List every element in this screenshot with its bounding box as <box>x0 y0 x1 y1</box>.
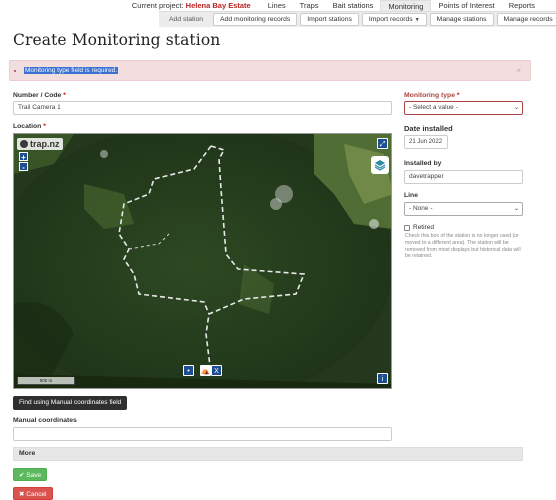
line-value: - None - <box>409 205 433 212</box>
manage-stations-button[interactable]: Manage stations <box>429 13 494 26</box>
location-icon[interactable]: ⛺ <box>200 365 211 376</box>
monitoring-type-label-text: Monitoring type <box>404 92 455 99</box>
top-nav: Current project: Helena Bay Estate Lines… <box>0 0 556 11</box>
layers-icon[interactable] <box>371 156 389 174</box>
current-project: Current project: Helena Bay Estate <box>132 1 251 10</box>
chevron-down-icon: ⌄ <box>513 105 519 111</box>
save-label: Save <box>26 472 42 479</box>
info-button[interactable]: i <box>377 373 388 384</box>
retired-help-text: Check this box of the station is no long… <box>405 233 521 260</box>
number-code-label: Number / Code * <box>13 92 66 99</box>
error-item: Monitoring type field is required. <box>24 67 119 74</box>
nav-lines[interactable]: Lines <box>261 0 293 11</box>
manual-coordinates-input[interactable] <box>13 427 392 441</box>
monitoring-type-select[interactable]: - Select a value - ⌄ <box>404 101 523 115</box>
page-title: Create Monitoring station <box>13 31 221 49</box>
nav-monitoring[interactable]: Monitoring <box>380 0 432 11</box>
zoom-in-button[interactable]: + <box>19 152 28 162</box>
map-scale: 500 m <box>17 377 75 385</box>
required-marker: * <box>43 123 46 130</box>
manage-records-dropdown[interactable]: Manage records▼ <box>496 13 556 26</box>
number-code-label-text: Number / Code <box>13 92 62 99</box>
nav-reports[interactable]: Reports <box>502 0 542 11</box>
date-installed-input[interactable]: 21 Jun 2022 <box>404 135 448 149</box>
import-stations-button[interactable]: Import stations <box>300 13 359 26</box>
current-project-prefix: Current project: <box>131 1 184 10</box>
import-records-dropdown[interactable]: Import records ▼ <box>361 13 427 26</box>
nav-points-of-interest[interactable]: Points of Interest <box>431 0 501 11</box>
more-section-toggle[interactable]: More <box>13 447 523 461</box>
retired-field: Retired <box>404 224 434 231</box>
installed-by-label: Installed by <box>404 160 442 167</box>
add-monitoring-records-button[interactable]: Add monitoring records <box>213 13 298 26</box>
check-icon: ✔ <box>19 472 25 479</box>
caret-down-icon: ▼ <box>414 17 420 23</box>
error-list: Monitoring type field is required. <box>24 67 119 74</box>
line-select[interactable]: - None - ⌄ <box>404 202 523 216</box>
cancel-label: Cancel <box>26 491 47 498</box>
trapnz-logo-text: trap.nz <box>30 139 60 149</box>
import-records-label: Import records <box>368 16 413 23</box>
add-station-button[interactable]: Add station <box>162 13 210 26</box>
chevron-down-icon: ⌄ <box>513 206 519 212</box>
satellite-imagery <box>14 134 391 388</box>
location-map[interactable]: trap.nz + - ⤢ • ⛺ X i 500 m <box>13 133 392 389</box>
required-marker: * <box>63 92 66 99</box>
marker-button[interactable]: • <box>183 365 194 376</box>
zoom-out-button[interactable]: - <box>19 162 28 172</box>
installed-by-input[interactable]: davetrapper <box>404 170 523 184</box>
expand-icon[interactable]: ⤢ <box>377 138 388 149</box>
nav-bait-stations[interactable]: Bait stations <box>326 0 381 11</box>
clear-marker-button[interactable]: X <box>211 365 222 376</box>
find-coordinates-button[interactable]: Find using Manual coordinates field <box>13 396 128 410</box>
sub-nav: Add station Add monitoring records Impor… <box>159 11 556 27</box>
error-message: Monitoring type field is required. <box>24 67 119 74</box>
location-label: Location * <box>13 123 46 130</box>
required-marker: * <box>456 92 460 99</box>
cancel-button[interactable]: ✖ Cancel <box>13 487 53 500</box>
number-code-input[interactable]: Trail Camera 1 <box>13 101 392 115</box>
date-installed-label: Date installed <box>404 124 453 133</box>
zoom-controls: + - <box>19 152 28 172</box>
retired-label: Retired <box>413 224 434 231</box>
nav-traps[interactable]: Traps <box>293 0 326 11</box>
error-alert: Monitoring type field is required. × <box>9 60 531 81</box>
monitoring-type-label: Monitoring type * <box>404 92 460 99</box>
trapnz-logo: trap.nz <box>17 138 63 150</box>
retired-checkbox[interactable] <box>404 224 410 231</box>
trapnz-logo-mark <box>20 140 28 148</box>
manual-coordinates-label: Manual coordinates <box>13 417 77 424</box>
monitoring-type-value: - Select a value - <box>409 104 458 111</box>
close-icon[interactable]: × <box>516 66 521 75</box>
line-label: Line <box>404 192 418 199</box>
close-icon: ✖ <box>19 491 25 498</box>
manage-records-label: Manage records <box>503 16 553 23</box>
location-label-text: Location <box>13 123 42 130</box>
save-button[interactable]: ✔ Save <box>13 468 48 481</box>
current-project-name[interactable]: Helena Bay Estate <box>186 1 251 10</box>
